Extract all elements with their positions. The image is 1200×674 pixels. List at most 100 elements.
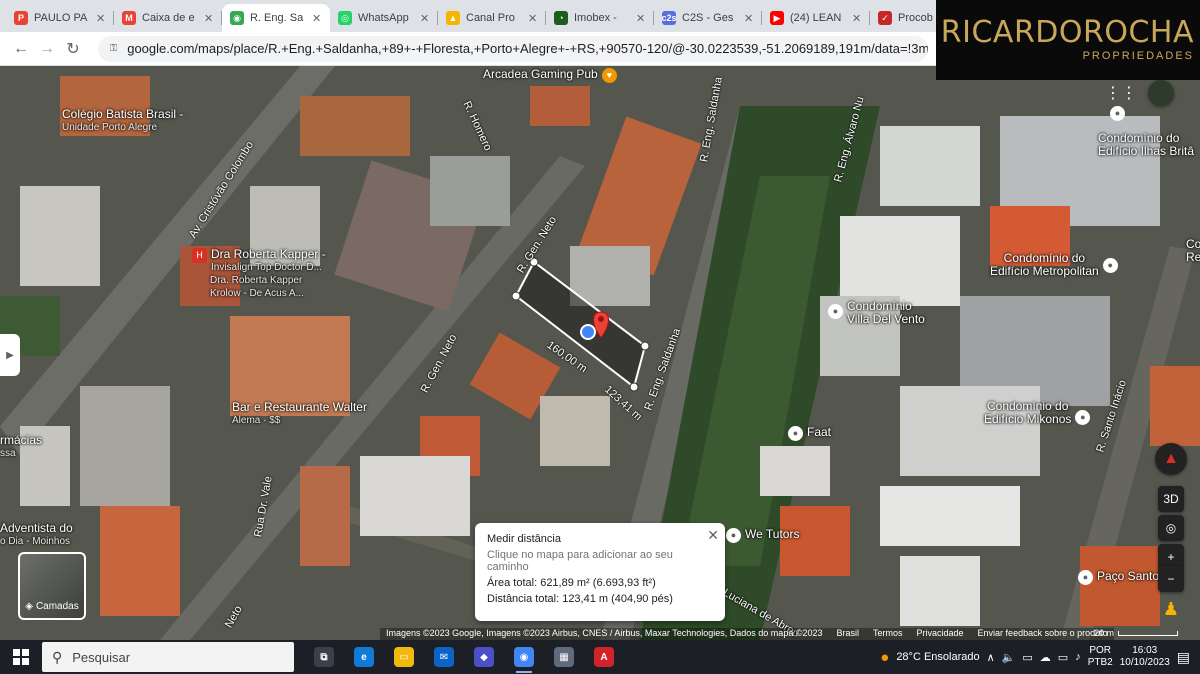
address-url: google.com/maps/place/R.+Eng.+Saldanha,+… — [127, 41, 928, 56]
satellite-map[interactable]: Av. Cristóvão Colombo R. Gen. Neto R. Ge… — [0, 66, 1200, 640]
browser-tab[interactable]: ◎ WhatsApp ✕ — [330, 4, 438, 32]
poi-name: Faat — [807, 425, 832, 439]
privacy-link[interactable]: Privacidade — [917, 628, 964, 640]
tab-close-icon[interactable]: ✕ — [636, 12, 646, 25]
poi-edge-right[interactable]: Co Re — [1186, 238, 1200, 264]
taskbar-calculator-button[interactable]: ▦ — [544, 640, 584, 674]
task-view-icon: ⧉ — [314, 647, 334, 667]
zoom-out-button[interactable]: − — [1158, 566, 1184, 592]
browser-tab[interactable]: ◔ Imobex - ✕ — [546, 4, 654, 32]
address-bar[interactable]: ⚿ google.com/maps/place/R.+Eng.+Saldanha… — [98, 35, 928, 62]
parking-icon[interactable] — [580, 324, 596, 340]
poi-metropolitan[interactable]: Condomínio do Edifício Metropolitan ● — [990, 252, 1118, 278]
tab-title: PAULO PA — [34, 12, 88, 24]
taskbar-chrome-button[interactable]: ◉ — [504, 640, 544, 674]
toggle-3d-button[interactable]: 3D — [1158, 486, 1184, 512]
tab-favicon-icon: M — [122, 11, 136, 25]
poi-name: Condomínio — [847, 299, 912, 313]
chevron-up-icon[interactable]: ∧ — [987, 651, 995, 664]
browser-tab[interactable]: c2s C2S - Ges ✕ — [654, 4, 762, 32]
location-pin-icon: ● — [1078, 570, 1093, 585]
search-placeholder: Pesquisar — [72, 649, 131, 665]
tab-favicon-icon: ▲ — [446, 11, 460, 25]
taskbar-acrobat-button[interactable]: A — [584, 640, 624, 674]
battery-icon[interactable]: ▭ — [1022, 651, 1032, 664]
cloud-icon[interactable]: ☁ — [1040, 651, 1051, 664]
browser-tab[interactable]: M Caixa de e ✕ — [114, 4, 222, 32]
feedback-link[interactable]: Enviar feedback sobre o produto — [978, 628, 1108, 640]
poi-name: Arcadea Gaming Pub — [483, 67, 598, 81]
back-arrow-icon[interactable]: ← — [8, 36, 34, 62]
poi-name: Colégio Batista Brasil - — [62, 107, 184, 121]
weather-text[interactable]: 28°C Ensolarado — [896, 651, 979, 663]
reload-icon[interactable]: ↻ — [60, 36, 86, 62]
speaker-icon[interactable]: ♪ — [1075, 651, 1081, 663]
tab-title: R. Eng. Sa — [250, 12, 304, 24]
volume-icon[interactable]: 🔈 — [1002, 651, 1016, 664]
poi-name: Paço Santo — [1097, 569, 1160, 583]
scale-label: 20 m — [1094, 628, 1115, 638]
browser-tab[interactable]: ◉ R. Eng. Sa ✕ — [222, 4, 330, 32]
close-icon[interactable]: ✕ — [707, 527, 719, 544]
taskbar-file-explorer-button[interactable]: ▭ — [384, 640, 424, 674]
notifications-icon[interactable]: ▤ — [1177, 649, 1190, 666]
measure-vertex[interactable] — [511, 291, 521, 301]
tab-close-icon[interactable]: ✕ — [204, 12, 214, 25]
site-info-icon[interactable]: ⚿ — [108, 43, 119, 55]
forward-arrow-icon[interactable]: → — [34, 36, 60, 62]
network-icon[interactable]: ▭ — [1058, 651, 1068, 664]
tab-title: WhatsApp — [358, 12, 409, 24]
apps-grid-icon[interactable]: ⋮⋮ — [1105, 80, 1137, 106]
tab-close-icon[interactable]: ✕ — [852, 12, 862, 25]
tab-close-icon[interactable]: ✕ — [96, 12, 106, 25]
poi-mikonos[interactable]: Condomínio do Edifício Mikonos ● — [984, 400, 1091, 426]
tab-close-icon[interactable]: ✕ — [744, 12, 754, 25]
taskbar-mail-button[interactable]: ✉ — [424, 640, 464, 674]
map-scale[interactable]: 20 m — [1094, 628, 1179, 638]
total-area: Área total: 621,89 m² (6.693,93 ft²) — [487, 577, 656, 589]
poi-subtitle: Edifício Mikonos — [984, 412, 1072, 426]
browser-tab[interactable]: ▶ (24) LEAN ✕ — [762, 4, 870, 32]
browser-tab[interactable]: ▲ Canal Pro ✕ — [438, 4, 546, 32]
tab-close-icon[interactable]: ✕ — [312, 12, 322, 25]
poi-paco-santo[interactable]: ● Paço Santo — [1078, 570, 1159, 585]
layers-button[interactable]: ◈ Camadas — [18, 552, 86, 620]
account-avatar[interactable] — [1148, 80, 1174, 106]
start-button[interactable] — [0, 640, 42, 674]
poi-adventista[interactable]: Adventista do o Dia - Moinhos — [0, 522, 73, 548]
terms-link[interactable]: Termos — [873, 628, 903, 640]
taskbar-search[interactable]: ⚲ Pesquisar — [42, 642, 294, 672]
taskbar-edge-button[interactable]: e — [344, 640, 384, 674]
poi-we-tutors[interactable]: ● We Tutors — [726, 528, 799, 543]
taskbar-vpn-button[interactable]: ◆ — [464, 640, 504, 674]
input-language[interactable]: POR PTB2 — [1088, 645, 1113, 669]
browser-tab[interactable]: P PAULO PA ✕ — [6, 4, 114, 32]
poi-villa-del-vento[interactable]: ● Condomínio Villa Del Vento — [828, 300, 925, 326]
street-view-pegman-icon[interactable]: ♟ — [1158, 596, 1184, 622]
poi-arcadea[interactable]: Arcadea Gaming Pub ♥ — [483, 68, 617, 83]
tab-close-icon[interactable]: ✕ — [420, 12, 430, 25]
measure-hint: Clique no mapa para adicionar ao seu cam… — [487, 549, 673, 573]
poi-subtitle: o Dia - Moinhos — [0, 536, 71, 547]
expand-side-panel-button[interactable]: ▶ — [0, 334, 20, 376]
measure-vertex[interactable] — [640, 341, 650, 351]
clock[interactable]: 16:03 10/10/2023 — [1120, 645, 1170, 669]
measure-title: Medir distância — [487, 533, 561, 545]
poi-bar-walter[interactable]: Bar e Restaurante Walter Alema · $$ — [232, 401, 367, 427]
poi-ilhas-britanicas[interactable]: ● — [1110, 106, 1125, 121]
compass-icon[interactable]: ▲ — [1155, 443, 1187, 475]
weather-sun-icon[interactable]: ● — [880, 649, 889, 666]
poi-colegio-batista[interactable]: Colégio Batista Brasil - Unidade Porto Al… — [62, 108, 183, 134]
country-link[interactable]: Brasil — [836, 628, 859, 640]
my-location-icon[interactable]: ◎ — [1158, 515, 1184, 541]
scale-bar — [1118, 630, 1179, 636]
tab-close-icon[interactable]: ✕ — [528, 12, 538, 25]
search-icon: ⚲ — [52, 648, 63, 665]
taskbar-task-view-button[interactable]: ⧉ — [304, 640, 344, 674]
poi-farmacias[interactable]: rmácias ssa — [0, 434, 42, 460]
poi-faat[interactable]: ● Faat — [788, 426, 831, 441]
poi-dra-roberta-kapper-krolow[interactable]: Dra. Roberta Kapper Krolow - De Acus A... — [210, 262, 304, 300]
poi-name: We Tutors — [745, 527, 800, 541]
measure-vertex[interactable] — [629, 382, 639, 392]
tab-favicon-icon: c2s — [661, 11, 677, 25]
